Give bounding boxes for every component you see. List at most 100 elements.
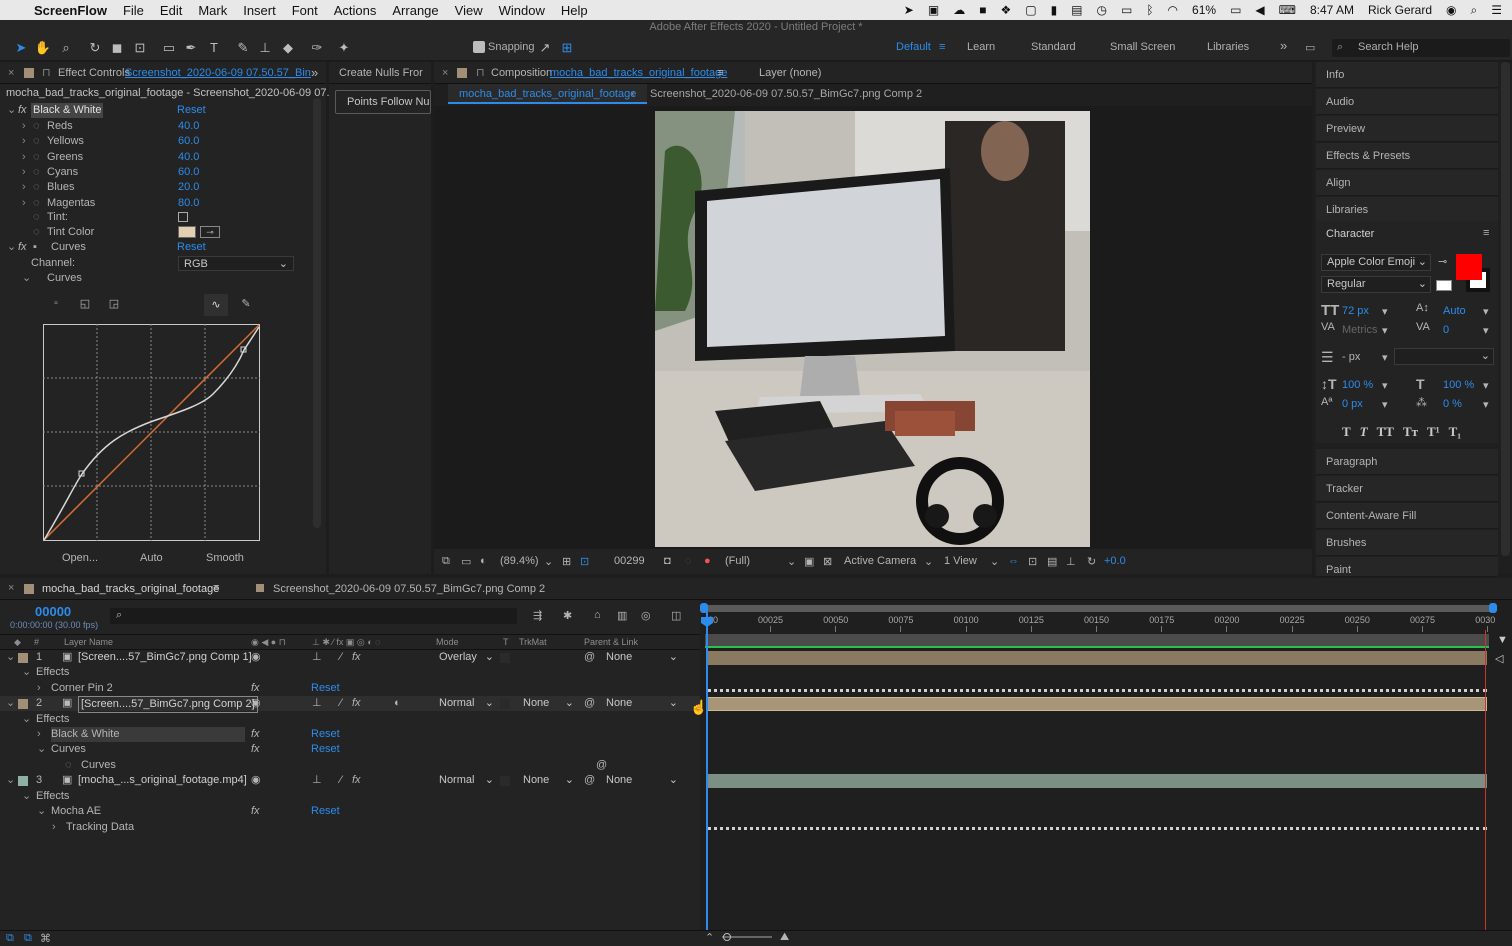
- graph-editor-icon[interactable]: ◫: [671, 609, 681, 622]
- leading-value[interactable]: Auto: [1443, 305, 1466, 317]
- render-time-toggle-icon[interactable]: ⌘: [40, 932, 51, 945]
- blend-mode-dropdown[interactable]: Normal ⌄: [434, 773, 496, 788]
- bluetooth-icon[interactable]: ᛒ: [1139, 3, 1160, 17]
- fx-icon[interactable]: fx: [251, 681, 260, 696]
- timeline-menu-icon[interactable]: ≡: [213, 582, 219, 594]
- panel-tab-audio[interactable]: Audio: [1316, 89, 1498, 115]
- kerning-value[interactable]: Metrics: [1342, 324, 1377, 336]
- stopwatch-icon[interactable]: ◌: [33, 225, 40, 240]
- effect-name[interactable]: Curves: [51, 742, 86, 757]
- close-panel-icon[interactable]: ×: [8, 582, 14, 594]
- lock-icon[interactable]: ⊓: [42, 62, 51, 83]
- panel-tab-info[interactable]: Info: [1316, 62, 1498, 88]
- timeline-tab-active[interactable]: mocha_bad_tracks_original_footage: [42, 583, 219, 595]
- keyframe-nav-icon[interactable]: ◁: [1495, 652, 1503, 665]
- expand-chevron-icon[interactable]: ›: [22, 150, 26, 165]
- chevron-down-icon[interactable]: ▾: [1483, 305, 1489, 318]
- curves-reset-link[interactable]: Reset: [177, 240, 206, 255]
- layer-row-2[interactable]: ⌄ 2 ▣ [Screen....57_BimGc7.png Comp 2] ◉…: [0, 696, 700, 713]
- pick-whip-icon[interactable]: @: [584, 773, 595, 788]
- stopwatch-icon[interactable]: ◌: [33, 150, 40, 165]
- panel-tab-content-aware-fill[interactable]: Content-Aware Fill: [1316, 503, 1498, 529]
- chevron-down-icon[interactable]: ▾: [1382, 324, 1388, 337]
- property-row[interactable]: › Tracking Data: [0, 820, 700, 835]
- fill-color-top[interactable]: [1456, 254, 1482, 280]
- screen-record-icon[interactable]: ▣: [921, 3, 946, 17]
- menu-file[interactable]: File: [115, 3, 152, 18]
- type-tool-icon[interactable]: T: [205, 39, 223, 57]
- eyedropper-icon[interactable]: ⊸: [200, 226, 220, 238]
- layer-switches-toggle-icon[interactable]: ⧉: [6, 932, 14, 945]
- font-style-dropdown[interactable]: Regular ⌄: [1321, 276, 1431, 293]
- time-graph[interactable]: 00 00025 00050 00075 00100 00125 00150 00175 002…: [700, 600, 1512, 930]
- layer-3-bar[interactable]: [707, 774, 1487, 788]
- battery-icon[interactable]: ▭: [1223, 3, 1248, 17]
- expand-chevron-icon[interactable]: ⌄: [6, 773, 15, 788]
- expand-chevron-icon[interactable]: ⌄: [37, 742, 46, 757]
- menu-edit[interactable]: Edit: [152, 3, 190, 18]
- volume-icon[interactable]: ◀: [1248, 3, 1271, 17]
- comp-mini-flowchart-icon[interactable]: ⇶: [533, 609, 542, 622]
- fx-icon[interactable]: fx: [251, 742, 260, 757]
- subscript-button[interactable]: T₁: [1449, 424, 1462, 440]
- panel-tab-libraries[interactable]: Libraries: [1316, 197, 1498, 223]
- reset-exposure-icon[interactable]: ↻: [1087, 555, 1096, 568]
- fx-icon[interactable]: fx: [18, 103, 27, 118]
- composition-tab[interactable]: × ⊓ Composition mocha_bad_tracks_origina…: [434, 62, 1312, 84]
- expand-chevron-icon[interactable]: ⌄: [6, 696, 15, 711]
- expand-chevron-icon[interactable]: ›: [22, 134, 26, 149]
- all-caps-button[interactable]: TT: [1377, 424, 1394, 440]
- stopwatch-icon[interactable]: ◌: [33, 119, 40, 134]
- resolution-value[interactable]: (Full): [725, 555, 750, 567]
- expand-chevron-icon[interactable]: ⌄: [6, 650, 15, 665]
- panel-tab-brushes[interactable]: Brushes: [1316, 530, 1498, 556]
- layer-viewer-tab[interactable]: Layer (none): [759, 62, 821, 83]
- curves-open-button[interactable]: Open...: [62, 552, 98, 564]
- stopwatch-icon[interactable]: ◌: [33, 134, 40, 149]
- visibility-eye-icon[interactable]: ◉: [251, 696, 261, 711]
- mode-header[interactable]: Mode: [436, 635, 459, 649]
- draft-3d-icon[interactable]: ✱: [563, 609, 572, 622]
- roto-brush-tool-icon[interactable]: ✑: [308, 39, 326, 57]
- expand-chevron-icon[interactable]: ›: [22, 180, 26, 195]
- character-title[interactable]: Character: [1326, 228, 1374, 240]
- preserve-transparency-box[interactable]: [500, 776, 510, 786]
- stopwatch-icon[interactable]: ◌: [33, 180, 40, 195]
- quality-switch-icon[interactable]: ⁄: [340, 696, 342, 711]
- chevron-down-icon[interactable]: ▾: [1382, 351, 1388, 364]
- effect-name[interactable]: Corner Pin 2: [51, 681, 113, 696]
- shy-switch-icon[interactable]: ⊥: [312, 773, 322, 788]
- bw-effect-name[interactable]: Black & White: [31, 103, 104, 118]
- fx-icon[interactable]: fx: [251, 804, 260, 819]
- grid-icon[interactable]: ⊞: [562, 555, 571, 568]
- eyedropper-icon[interactable]: ⊸: [1438, 255, 1447, 268]
- composition-name[interactable]: mocha_bad_tracks_original_footage: [550, 62, 727, 83]
- track-matte-dropdown[interactable]: None ⌄: [518, 696, 576, 711]
- camera-view-value[interactable]: Active Camera: [844, 555, 916, 567]
- breadcrumb-comp-2[interactable]: Screenshot_2020-06-09 07.50.57_BimGc7.pn…: [650, 88, 922, 100]
- clock[interactable]: 8:47 AM: [1303, 3, 1361, 17]
- expand-chevron-icon[interactable]: ›: [37, 727, 41, 742]
- visibility-eye-icon[interactable]: ◉: [251, 650, 261, 665]
- comp-menu-icon[interactable]: ≡: [717, 62, 723, 83]
- shy-switch-icon[interactable]: ⊥: [312, 696, 322, 711]
- tint-checkbox[interactable]: [178, 212, 188, 222]
- snapping-checkbox[interactable]: [473, 41, 485, 53]
- effects-group-row[interactable]: ⌄ Effects: [0, 665, 700, 680]
- sync-settings-icon[interactable]: ▭: [1305, 41, 1315, 54]
- effect-controls-tab[interactable]: × ⊓ Effect Controls Screenshot_2020-06-0…: [0, 62, 326, 84]
- window-icon[interactable]: ▢: [1018, 3, 1043, 17]
- expand-chevron-icon[interactable]: ⌄: [22, 789, 31, 804]
- region-of-interest-icon[interactable]: ⊡: [580, 555, 589, 568]
- expand-chevron-icon[interactable]: ›: [22, 119, 26, 134]
- panel-tab-effects-presets[interactable]: Effects & Presets: [1316, 143, 1498, 169]
- stroke-width-value[interactable]: - px: [1342, 351, 1360, 363]
- channel-dropdown[interactable]: RGB ⌄: [178, 256, 294, 271]
- pan-behind-tool-icon[interactable]: ⊡: [131, 39, 149, 57]
- timeline-icon[interactable]: ▤: [1047, 555, 1057, 568]
- display-icon[interactable]: ▤: [1064, 3, 1089, 17]
- battery-app-icon[interactable]: ▮: [1044, 3, 1065, 17]
- curves-smooth-button[interactable]: Smooth: [206, 552, 244, 564]
- zoom-out-icon[interactable]: ⌃: [705, 931, 714, 944]
- effects-group-row[interactable]: ⌄ Effects: [0, 789, 700, 804]
